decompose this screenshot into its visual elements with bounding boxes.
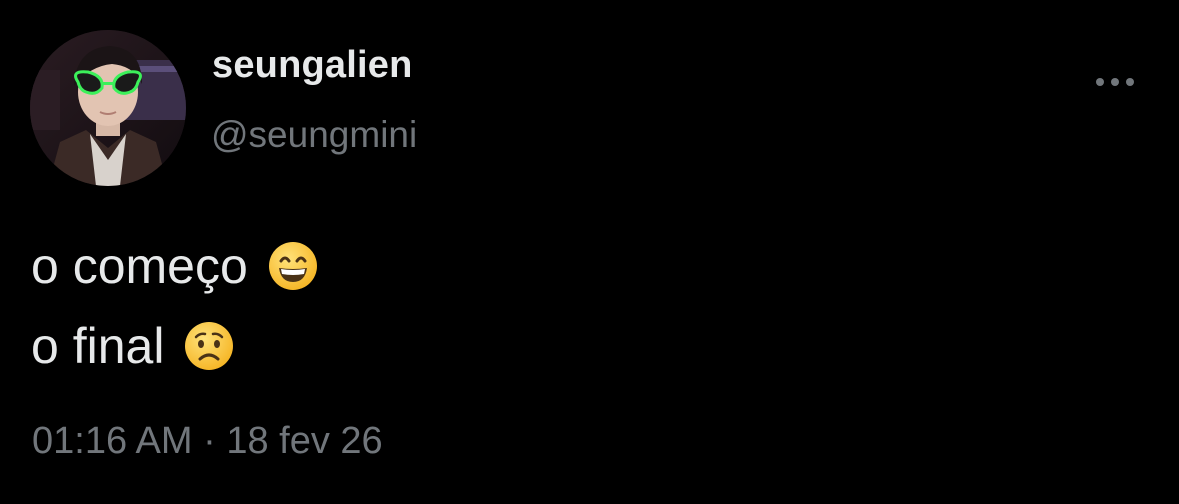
- tweet-timestamp[interactable]: 01:16 AM · 18 fev 26: [32, 420, 383, 463]
- timestamp-separator: ·: [203, 420, 216, 462]
- worried-face-icon: [185, 322, 234, 370]
- tweet: seungalien @seungmini o começo o final 0…: [0, 0, 1179, 504]
- avatar-image: [30, 30, 186, 186]
- tweet-text: o começo o final: [31, 226, 318, 386]
- tweet-time: 01:16 AM: [32, 420, 193, 462]
- tweet-line: o começo: [31, 226, 318, 306]
- more-horizontal-icon: [1096, 78, 1134, 86]
- user-handle[interactable]: @seungmini: [211, 114, 417, 156]
- tweet-date: 18 fev 26: [226, 420, 383, 462]
- avatar[interactable]: [30, 30, 186, 186]
- tweet-line-text: o final: [31, 318, 165, 374]
- tweet-line: o final: [31, 306, 318, 386]
- more-options-button[interactable]: [1090, 62, 1140, 102]
- grinning-face-with-smiling-eyes-icon: [268, 242, 317, 290]
- tweet-line-text: o começo: [31, 238, 248, 294]
- display-name[interactable]: seungalien: [212, 44, 413, 87]
